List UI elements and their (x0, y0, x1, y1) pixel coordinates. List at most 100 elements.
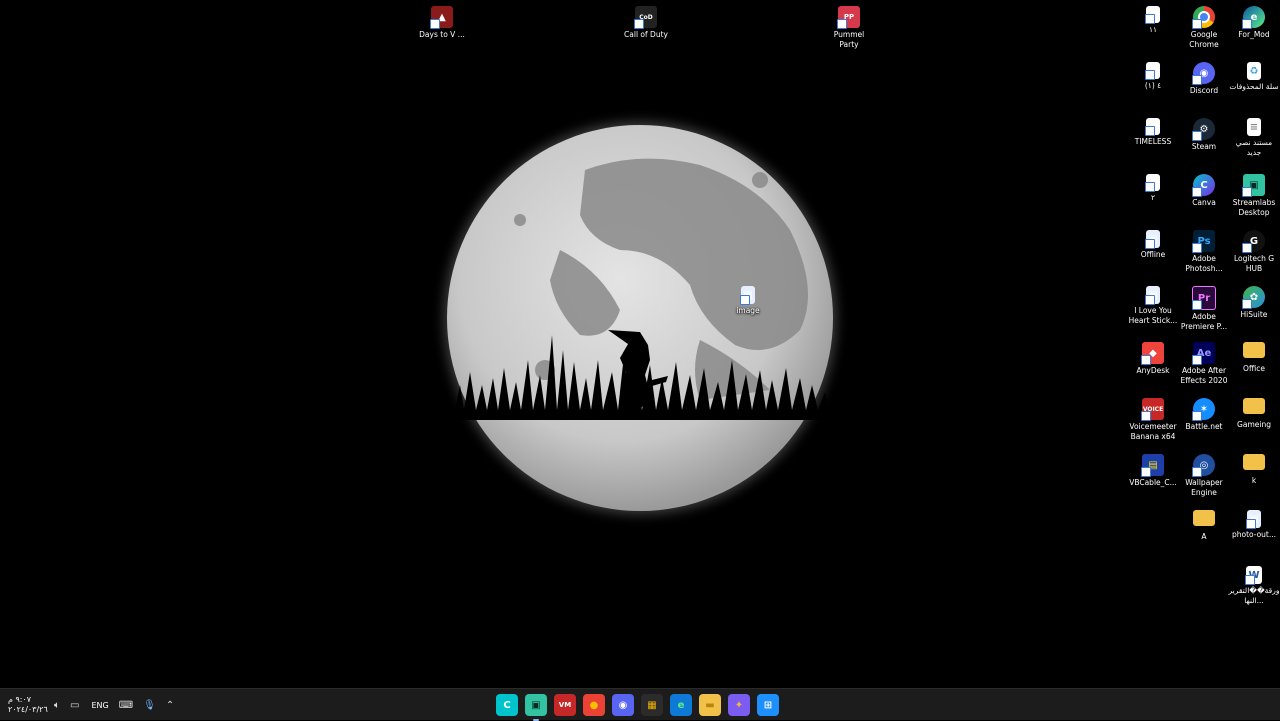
desktop-icon-folder-gameing[interactable]: Gameing (1228, 398, 1280, 430)
image-file-icon: ▣ (1246, 510, 1261, 529)
chevron-up-icon[interactable]: ⌃ (166, 700, 174, 711)
desktop-icon-battle-net[interactable]: ✶ Battle.net (1178, 398, 1230, 432)
premiere-icon: Pr (1192, 286, 1216, 310)
desktop-icon-streamlabs[interactable]: ▣ Streamlabs Desktop (1228, 174, 1280, 218)
clock[interactable]: ٩:٠٧ م ٢٠٢٤/٠٣/٢٦ (8, 695, 48, 715)
folder-icon (1243, 342, 1265, 358)
recycle-bin-icon: ♻ (1247, 62, 1261, 80)
battle-net-icon: ✶ (1192, 398, 1215, 421)
google-chrome-icon: ● (589, 699, 599, 711)
desktop-icon-discord[interactable]: ◉ Discord (1178, 62, 1230, 96)
streamlabs-icon: ▣ (531, 699, 541, 711)
desktop-icon-photoshop[interactable]: Ps Adobe Photosh... (1178, 230, 1230, 274)
desktop-icon-photo-out[interactable]: ▣ photo-out... (1228, 510, 1280, 540)
desktop-icon-pummel-party[interactable]: PP Pummel Party (823, 6, 875, 50)
video-file-icon: ▶ (1145, 118, 1160, 136)
taskbar-canva-button[interactable]: C (496, 694, 518, 716)
taskbar-voicemeeter-button[interactable]: VM (554, 694, 576, 716)
edge-icon: e (1242, 6, 1265, 29)
edge-icon: e (677, 699, 685, 711)
text-file-icon: ≡ (1247, 118, 1261, 136)
vbcable-icon: ▤ (1141, 454, 1164, 477)
microsoft-store-icon: ▦ (647, 699, 657, 711)
after-effects-icon: Ae (1192, 342, 1215, 365)
taskbar-edge-button[interactable]: e (670, 694, 692, 716)
canva-icon: C (503, 699, 511, 711)
photoshop-icon: Ps (1192, 230, 1215, 253)
canva-icon: C (1192, 174, 1215, 197)
taskbar-file-explorer-button[interactable]: ▬ (699, 694, 721, 716)
keyboard-icon[interactable]: ⌨ (119, 700, 133, 711)
taskbar: ٩:٠٧ م ٢٠٢٤/٠٣/٢٦ 🔈︎ ▭ ENG ⌨ 🎙︎ ⌃ C ▣ VM ● ◉… (0, 688, 1280, 721)
taskbar-streamlabs-button[interactable]: ▣ (525, 694, 547, 721)
word-document-icon: W (1245, 566, 1262, 585)
desktop-icon-report-docx[interactable]: W ورقة��التقرير النها... (1228, 566, 1280, 606)
folder-icon (1243, 454, 1265, 470)
logitech-icon: G (1242, 230, 1265, 253)
desktop-wallpaper (0, 0, 1280, 688)
desktop-icon-recycle-bin[interactable]: ♻ سلة المحذوفات (1228, 62, 1280, 92)
volume-icon[interactable]: 🔈︎ (54, 700, 60, 711)
call-of-duty-icon: CoD (634, 6, 657, 29)
system-tray: ٩:٠٧ م ٢٠٢٤/٠٣/٢٦ 🔈︎ ▭ ENG ⌨ 🎙︎ ⌃ (8, 689, 174, 721)
clock-time: ٩:٠٧ م (8, 695, 32, 704)
desktop-icon-canva[interactable]: C Canva (1178, 174, 1230, 208)
desktop-icon-call-of-duty[interactable]: CoD Call of Duty (620, 6, 672, 40)
video-file-icon: ▶ (1145, 6, 1160, 24)
taskbar-windows-start-button[interactable]: ⊞ (757, 694, 779, 716)
desktop-icon-days-to-v[interactable]: ▲ Days to V ... (416, 6, 468, 40)
desktop-icon-timeless[interactable]: ▶ TIMELESS (1127, 118, 1179, 147)
folder-icon (1243, 398, 1265, 414)
chrome-icon (1192, 6, 1215, 29)
video-file-icon: ▶ (1145, 174, 1160, 192)
desktop-icon-image[interactable]: ▣ image (722, 286, 774, 316)
copilot-icon: ✦ (734, 699, 744, 711)
desktop-icon-folder-a[interactable]: A (1178, 510, 1230, 542)
image-file-icon: ▣ (1145, 230, 1160, 249)
desktop-icon-i-love-you[interactable]: ▣ I Love You Heart Stick... (1127, 286, 1179, 326)
taskbar-apps: C ▣ VM ● ◉ ▦ e ▬ ✦ ⊞ (496, 689, 779, 721)
windows-start-icon: ⊞ (763, 699, 773, 711)
desktop-icon-video-2[interactable]: ▶ ٢ (1127, 174, 1179, 203)
desktop-icon-wallpaper-engine[interactable]: ◎ Wallpaper Engine (1178, 454, 1230, 498)
discord-icon: ◉ (618, 699, 628, 711)
desktop-icon-folder-office[interactable]: Office (1228, 342, 1280, 374)
voicemeeter-icon: VOICE (1141, 398, 1164, 421)
image-file-icon: ▣ (740, 286, 755, 305)
desktop-icon-premiere[interactable]: Pr Adobe Premiere P... (1178, 286, 1230, 332)
taskbar-copilot-button[interactable]: ✦ (728, 694, 750, 716)
taskbar-microsoft-store-button[interactable]: ▦ (641, 694, 663, 716)
desktop-icon-video-11[interactable]: ▶ ١١ (1127, 6, 1179, 35)
steam-icon: ⚙ (1192, 118, 1215, 141)
network-icon[interactable]: ▭ (70, 700, 79, 711)
desktop-icon-vbcable[interactable]: ▤ VBCable_C... (1127, 454, 1179, 488)
desktop-icon-voicemeeter[interactable]: VOICE Voicemeeter Banana x64 (1127, 398, 1179, 442)
desktop-icon-for-mod[interactable]: e For_Mod (1228, 6, 1280, 40)
language-indicator[interactable]: ENG (91, 701, 108, 710)
desktop-icon-offline[interactable]: ▣ Offline (1127, 230, 1179, 260)
image-file-icon: ▣ (1145, 286, 1160, 305)
file-explorer-icon: ▬ (705, 699, 715, 711)
video-file-icon: ▶ (1145, 62, 1160, 80)
microphone-icon[interactable]: 🎙︎ (143, 700, 156, 711)
discord-icon: ◉ (1192, 62, 1215, 85)
desktop-icon-folder-k[interactable]: k (1228, 454, 1280, 486)
desktop-icon-new-text-document[interactable]: ≡ مستند نصي جديد (1228, 118, 1280, 158)
days-to-v-icon: ▲ (430, 6, 453, 29)
pummel-party-icon: PP (837, 6, 860, 29)
desktop-icon-hisuite[interactable]: ✿ HiSuite (1228, 286, 1280, 320)
wallpaper-engine-icon: ◎ (1192, 454, 1215, 477)
taskbar-google-chrome-button[interactable]: ● (583, 694, 605, 716)
taskbar-discord-button[interactable]: ◉ (612, 694, 634, 716)
streamlabs-icon: ▣ (1242, 174, 1265, 197)
clock-date: ٢٠٢٤/٠٣/٢٦ (8, 705, 48, 714)
desktop-icon-after-effects[interactable]: Ae Adobe After Effects 2020 (1178, 342, 1230, 386)
desktop-icon-google-chrome[interactable]: Google Chrome (1178, 6, 1230, 50)
voicemeeter-icon: VM (558, 701, 572, 709)
folder-icon (1193, 510, 1215, 526)
desktop-icon-video-4[interactable]: ▶ (١) ٤ (1127, 62, 1179, 91)
anydesk-icon: ◆ (1141, 342, 1164, 365)
desktop-icon-anydesk[interactable]: ◆ AnyDesk (1127, 342, 1179, 376)
desktop-icon-logitech-g-hub[interactable]: G Logitech G HUB (1228, 230, 1280, 274)
desktop-icon-steam[interactable]: ⚙ Steam (1178, 118, 1230, 152)
